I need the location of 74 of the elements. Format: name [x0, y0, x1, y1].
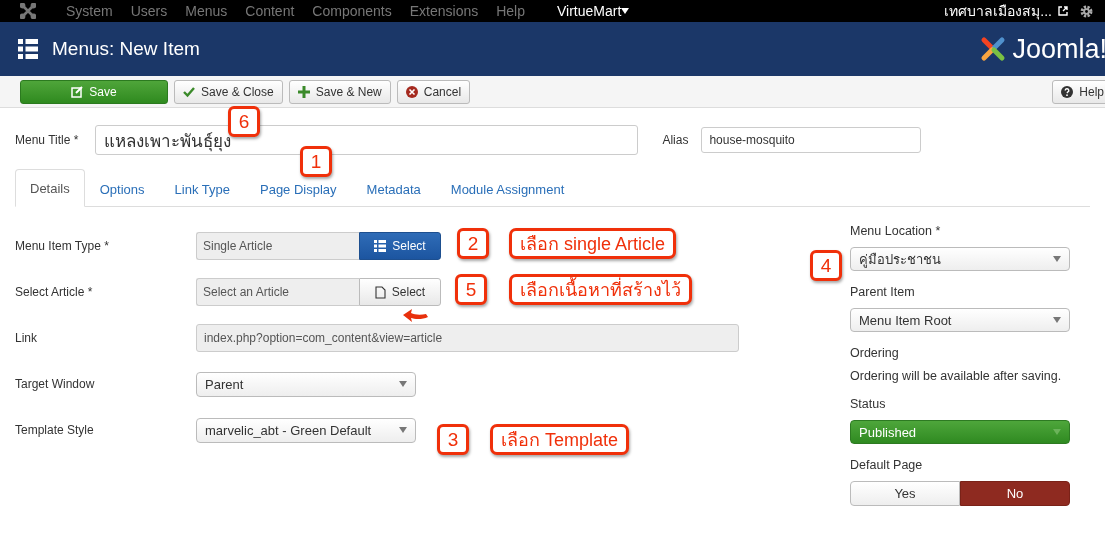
tab[interactable]: Metadata	[351, 171, 436, 207]
step-number: 5	[455, 274, 487, 305]
menu-item[interactable]: System	[66, 3, 113, 19]
tab[interactable]: Link Type	[159, 171, 245, 207]
arrow-icon	[402, 308, 430, 324]
field-label: Template Style	[15, 423, 95, 437]
menu-item[interactable]: Users	[130, 3, 168, 19]
toggle-option[interactable]: Yes	[850, 481, 960, 506]
plus-icon	[297, 85, 310, 98]
caret-icon	[1053, 429, 1061, 435]
tab[interactable]: Options	[84, 171, 160, 207]
field-label: Default Page	[850, 458, 924, 472]
caret-icon	[1053, 256, 1061, 262]
caret-icon	[621, 8, 630, 14]
dropdown[interactable]: marvelic_abt - Green Default	[196, 417, 416, 443]
field-label: Ordering	[850, 346, 900, 360]
menu-item[interactable]: Content	[245, 3, 295, 19]
caret-icon	[399, 381, 407, 387]
step-number: 2	[457, 228, 489, 259]
step-number: 1	[300, 146, 332, 177]
annotation-callout: เลือกเนื้อหาที่สร้างไว้	[509, 274, 692, 305]
value-field: Single Article	[196, 232, 359, 260]
site-link[interactable]: เทศบาลเมืองสมุ...	[944, 0, 1052, 22]
field-label: Status	[850, 397, 887, 411]
cancel-icon	[405, 85, 418, 98]
step-number: 4	[810, 250, 842, 281]
question-icon	[1061, 85, 1074, 98]
caret-icon	[399, 427, 407, 433]
toolbar-button[interactable]: Save & Close	[174, 79, 283, 104]
dropdown[interactable]: คู่มือประชาชน	[850, 247, 1070, 271]
field-label: Menu Item Type *	[15, 239, 110, 253]
joomla-logo-icon[interactable]	[20, 3, 36, 19]
menu-item[interactable]: Components	[312, 3, 392, 19]
ordering-note: Ordering will be available after saving.	[850, 369, 1063, 383]
step-number: 6	[228, 106, 260, 137]
tab[interactable]: Details	[15, 169, 85, 207]
tab[interactable]: Module Assignment	[435, 171, 580, 207]
field-label: Menu Location *	[850, 224, 942, 238]
toolbar-button[interactable]: Cancel	[396, 79, 471, 104]
annotation-callout: เลือก Template	[490, 424, 630, 455]
field-label: Link	[15, 331, 38, 345]
toolbar-button[interactable]: Save	[20, 79, 168, 104]
caret-icon	[1053, 317, 1061, 323]
field-label: Alias	[662, 133, 689, 147]
brand-name: Joomla!	[1012, 33, 1105, 65]
dropdown[interactable]: Menu Item Root	[850, 308, 1070, 332]
toggle-option[interactable]: No	[960, 481, 1070, 506]
list-icon	[374, 240, 387, 252]
select-button[interactable]: Select	[359, 278, 441, 306]
menu-item[interactable]: Menus	[185, 3, 228, 19]
select-button[interactable]: Select	[359, 232, 441, 260]
settings-icon[interactable]	[1080, 4, 1093, 18]
external-link-icon	[1058, 6, 1068, 16]
field-label: Select Article *	[15, 285, 94, 299]
field-label: Parent Item	[850, 285, 916, 299]
toolbar-button[interactable]: Save & New	[288, 79, 391, 104]
menu-item[interactable]: Help	[496, 3, 525, 19]
step-number: 3	[437, 424, 469, 455]
status-dropdown[interactable]: Published	[850, 420, 1070, 444]
document-icon	[374, 285, 386, 299]
edit-icon	[71, 85, 84, 98]
field-label: Target Window	[15, 377, 96, 391]
field-label: Menu Title *	[15, 133, 79, 147]
help-button[interactable]: Help	[1052, 79, 1105, 104]
link-field: index.php?option=com_content&view=article	[196, 324, 739, 352]
check-icon	[183, 85, 195, 98]
dropdown[interactable]: Parent	[196, 371, 416, 397]
menu-item[interactable]: Extensions	[409, 3, 479, 19]
value-field: Select an Article	[196, 278, 359, 306]
page-title: Menus: New Item	[52, 38, 200, 60]
list-icon	[18, 39, 38, 59]
menu-item[interactable]: VirtueMart	[557, 3, 622, 19]
alias-field[interactable]: house-mosquito	[701, 127, 922, 153]
annotation-callout: เลือก single Article	[509, 228, 677, 259]
